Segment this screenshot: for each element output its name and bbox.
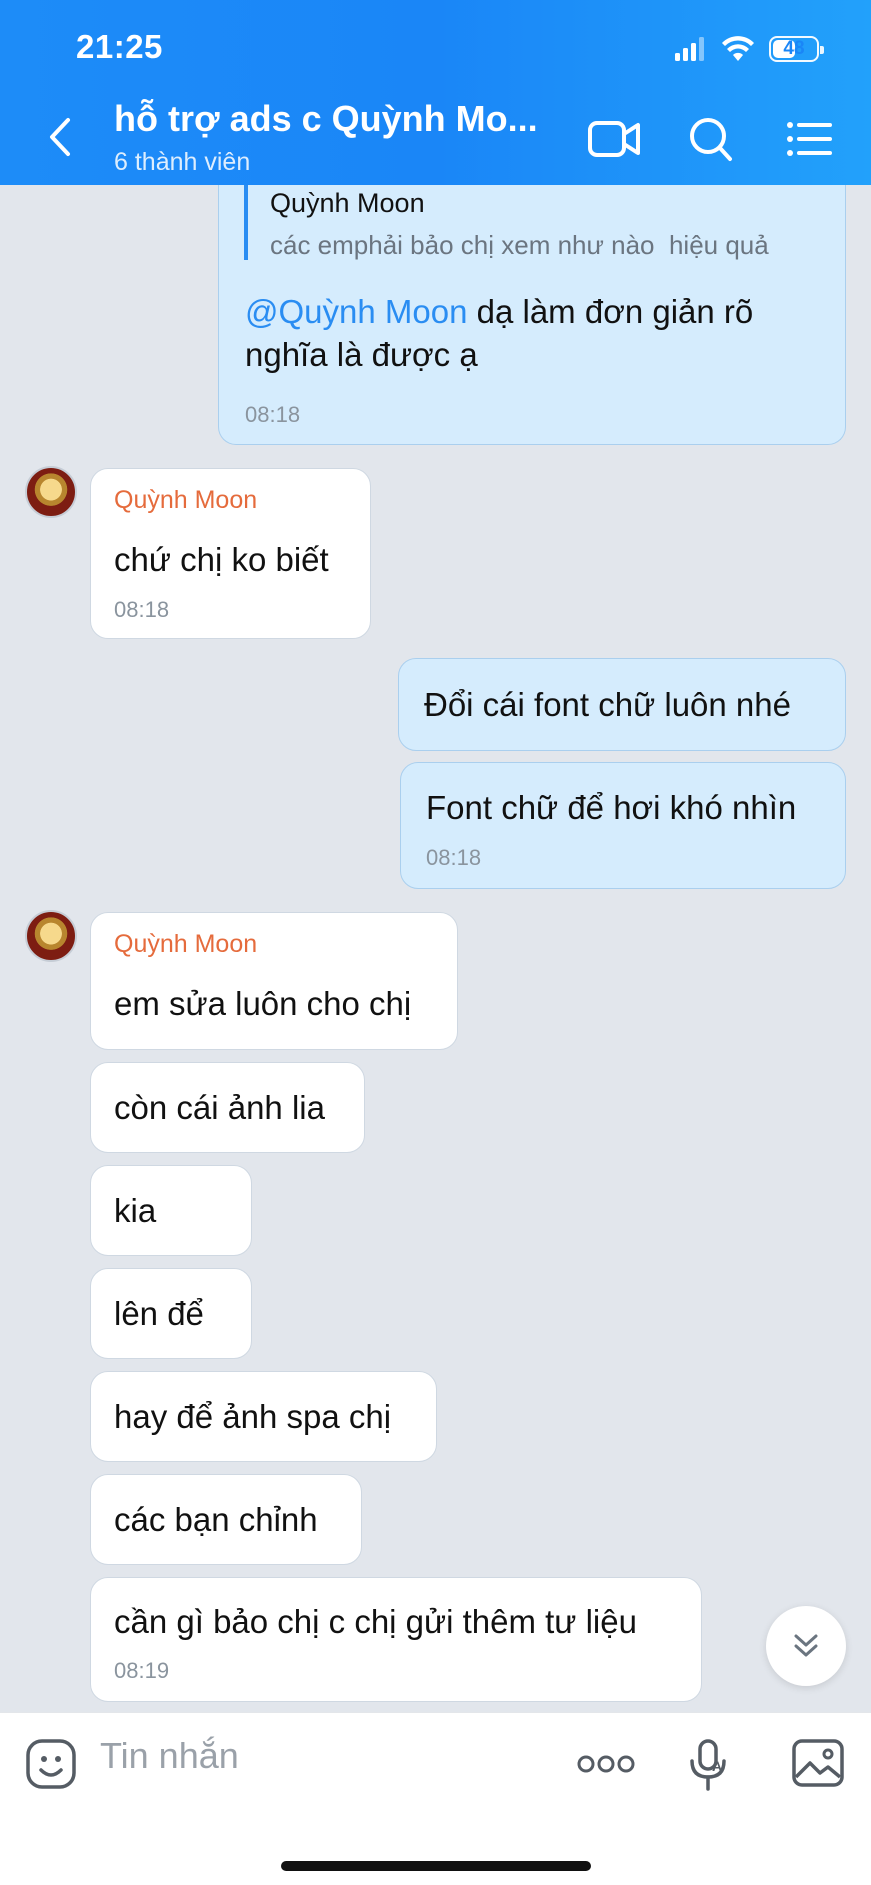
message-input[interactable]: Tin nhắn bbox=[100, 1735, 239, 1777]
voice-to-text-icon[interactable]: A bbox=[686, 1737, 732, 1793]
message-text: còn cái ảnh lia bbox=[114, 1089, 325, 1126]
message-text: Đổi cái font chữ luôn nhé bbox=[424, 686, 791, 723]
chat-title[interactable]: hỗ trợ ads c Quỳnh Mo... bbox=[114, 98, 538, 140]
message-text: kia bbox=[114, 1192, 157, 1229]
avatar[interactable] bbox=[25, 910, 77, 962]
message-text: Font chữ để hơi khó nhìn bbox=[426, 789, 797, 826]
avatar[interactable] bbox=[25, 466, 77, 518]
mention-link[interactable]: @Quỳnh Moon bbox=[245, 293, 467, 330]
message-input-bar: Tin nhắn A bbox=[0, 1712, 871, 1885]
member-count: 6 thành viên bbox=[114, 148, 251, 176]
sticker-icon[interactable] bbox=[24, 1737, 78, 1791]
message-time: 08:18 bbox=[114, 597, 170, 622]
wifi-icon bbox=[722, 36, 754, 61]
chat-header: 21:25 48 hỗ trợ ads c Quỳnh Mo... 6 thàn… bbox=[0, 0, 871, 185]
message-text: lên để bbox=[114, 1295, 204, 1332]
message-time: 08:18 bbox=[426, 845, 482, 870]
back-icon[interactable] bbox=[40, 112, 80, 162]
search-icon[interactable] bbox=[684, 114, 740, 164]
quote-sender: Quỳnh Moon bbox=[270, 188, 425, 218]
message-text: các bạn chỉnh bbox=[114, 1501, 318, 1538]
double-chevron-down-icon bbox=[794, 1634, 818, 1657]
home-indicator bbox=[281, 1861, 591, 1871]
message-text: em sửa luôn cho chị bbox=[114, 985, 412, 1022]
message-text-part: dạ làm đơn giản rõ bbox=[467, 293, 754, 330]
menu-list-icon[interactable] bbox=[782, 114, 838, 164]
message-text: @Quỳnh Moon dạ làm đơn giản rõ nghĩa là … bbox=[245, 290, 835, 376]
sender-name: Quỳnh Moon bbox=[114, 486, 258, 514]
message-time: 08:19 bbox=[114, 1658, 170, 1683]
video-call-icon[interactable] bbox=[586, 114, 642, 164]
message-text: cần gì bảo chị c chị gửi thêm tư liệu bbox=[114, 1603, 637, 1640]
message-text-part: nghĩa là được ạ bbox=[245, 336, 478, 373]
svg-text:A: A bbox=[712, 1758, 722, 1774]
cellular-signal-icon bbox=[675, 37, 704, 61]
more-options-icon[interactable] bbox=[576, 1749, 636, 1779]
status-icons: 48 bbox=[675, 32, 824, 66]
battery-icon: 48 bbox=[769, 36, 824, 62]
quote-text: các emphải bảo chị xem như nào hiệu quả bbox=[270, 230, 769, 260]
sender-name: Quỳnh Moon bbox=[114, 930, 258, 958]
image-icon[interactable] bbox=[790, 1737, 846, 1789]
scroll-to-bottom-button[interactable] bbox=[766, 1606, 846, 1686]
battery-level: 48 bbox=[783, 38, 805, 59]
message-time: 08:18 bbox=[245, 402, 301, 427]
status-time: 21:25 bbox=[76, 28, 163, 65]
message-text: chứ chị ko biết bbox=[114, 541, 329, 578]
message-text: hay để ảnh spa chị bbox=[114, 1398, 392, 1435]
